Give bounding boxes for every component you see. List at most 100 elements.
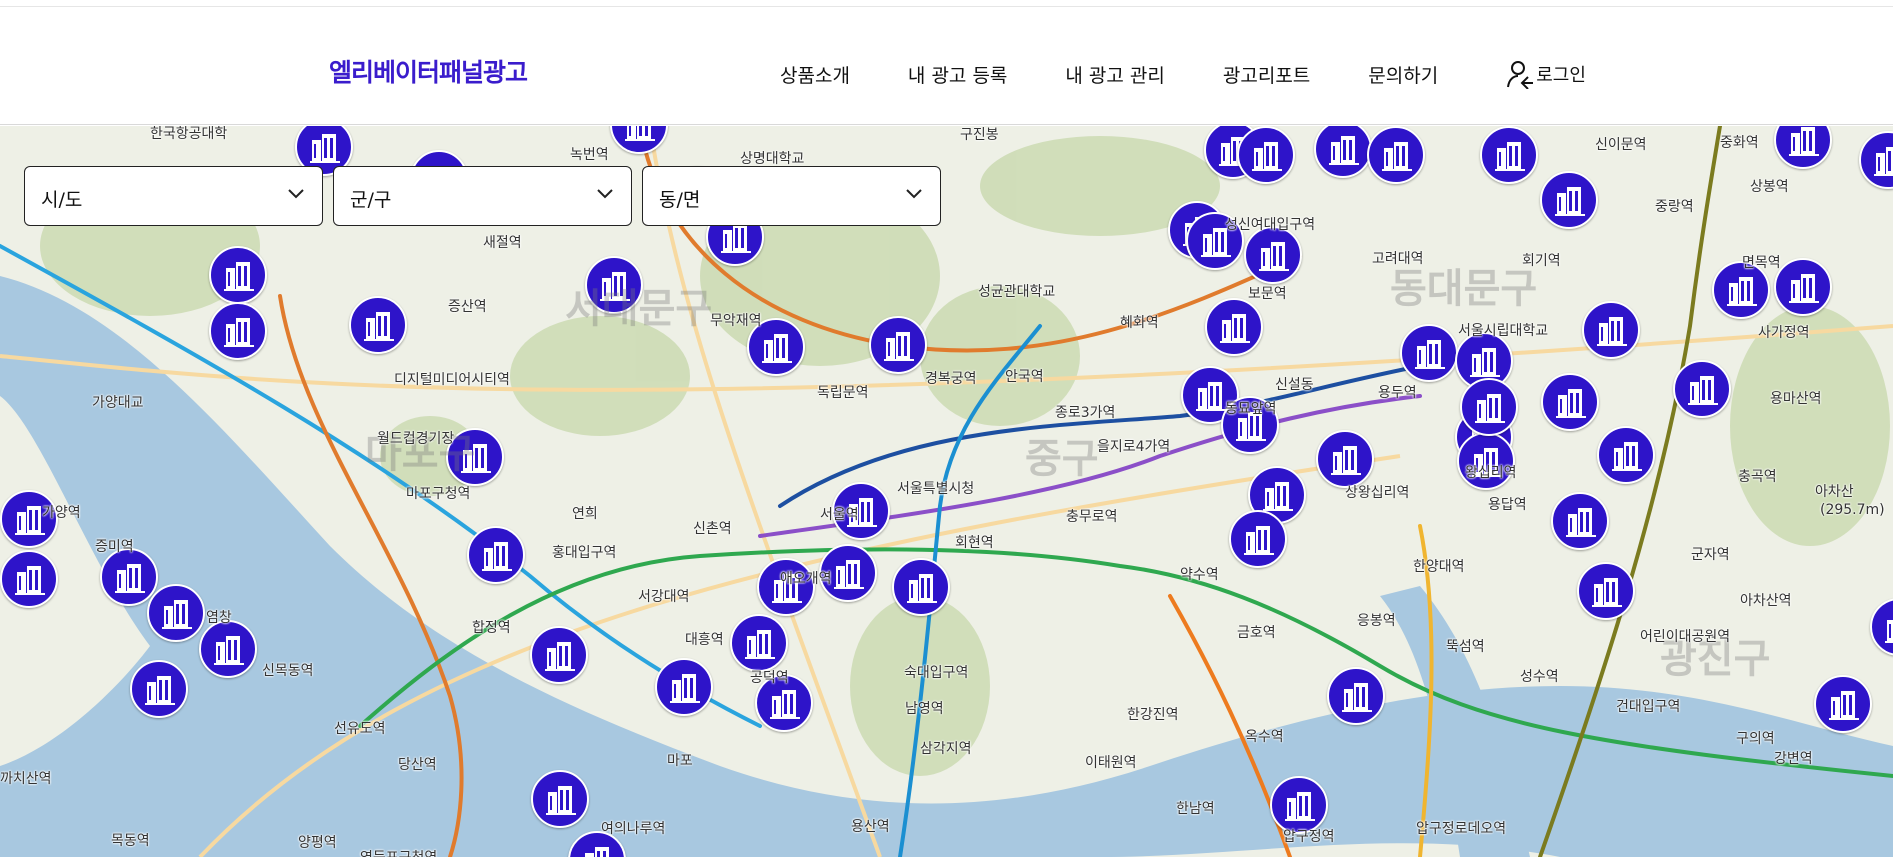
ad-location-pin[interactable] [209, 246, 267, 304]
login-button[interactable]: 로그인 [1506, 59, 1586, 89]
ad-location-pin[interactable] [0, 550, 58, 608]
district-label: 서대문구 [565, 286, 713, 332]
map-place-label: 신촌역 [693, 521, 732, 537]
building-icon [745, 630, 775, 659]
map-place-label: 옥수역 [1245, 729, 1284, 745]
building-icon [1382, 142, 1412, 171]
map-place-label: 안국역 [1005, 369, 1044, 385]
ad-location-pin[interactable] [130, 660, 188, 718]
building-icon [1566, 508, 1596, 537]
sido-select[interactable]: 시/도 [24, 166, 323, 226]
chevron-down-icon [288, 189, 304, 199]
map-place-label: 신설동 [1275, 377, 1314, 393]
map-place-label: 상왕십리역 [1345, 485, 1410, 501]
ad-location-pin[interactable] [655, 658, 713, 716]
map-place-label: 양평역 [298, 835, 337, 851]
map-place-label: 공덕역 [750, 670, 789, 686]
ad-location-pin[interactable] [467, 526, 525, 584]
chevron-down-icon [906, 189, 922, 199]
map-place-label: 서강대역 [638, 589, 690, 605]
building-icon [1556, 389, 1586, 418]
ad-location-pin[interactable] [1774, 258, 1832, 316]
building-icon [721, 224, 751, 253]
building-icon [1220, 314, 1250, 343]
nav-register-ad[interactable]: 내 광고 등록 [908, 61, 1007, 88]
nav-contact[interactable]: 문의하기 [1368, 61, 1438, 88]
ad-location-pin[interactable] [1237, 126, 1295, 184]
map-place-label: 디지털미디어시티역 [394, 372, 510, 388]
ad-location-pin[interactable] [199, 620, 257, 678]
map-place-label: 한강진역 [1127, 707, 1179, 723]
ad-location-pin[interactable] [209, 302, 267, 360]
ad-location-pin[interactable] [531, 770, 589, 828]
ad-location-pin[interactable] [1244, 226, 1302, 284]
map-place-label: 애오개역 [780, 571, 832, 587]
ad-location-pin[interactable] [1551, 492, 1609, 550]
map-place-label: 군자역 [1691, 547, 1730, 563]
ad-location-pin[interactable] [1673, 360, 1731, 418]
map-place-label: 을지로4가역 [1097, 439, 1171, 455]
ad-location-pin[interactable] [1541, 373, 1599, 431]
ad-location-pin[interactable] [100, 548, 158, 606]
ad-location-pin[interactable] [1400, 324, 1458, 382]
map-place-label: 증산역 [448, 299, 487, 315]
map-place-label: 용마산역 [1770, 391, 1822, 407]
site-logo[interactable]: 엘리베이터패널광고 [329, 53, 528, 89]
map-place-label: 당산역 [398, 757, 437, 773]
building-icon [15, 506, 45, 535]
ad-location-pin[interactable] [1460, 378, 1518, 436]
map-place-label: 종로3가역 [1055, 405, 1116, 421]
gugun-select[interactable]: 군/구 [333, 166, 632, 226]
gugun-select-label: 군/구 [350, 189, 392, 211]
ad-location-pin[interactable] [147, 584, 205, 642]
ad-location-pin[interactable] [730, 614, 788, 672]
dong-select[interactable]: 동/면 [642, 166, 941, 226]
map-place-label: 면목역 [1742, 255, 1781, 271]
ad-location-pin[interactable] [1597, 426, 1655, 484]
ad-location-pin[interactable] [1814, 675, 1872, 733]
building-icon [1475, 394, 1505, 423]
building-icon [907, 574, 937, 603]
map-place-label: 이태원역 [1085, 755, 1137, 771]
map-place-label: 혜화역 [1120, 315, 1159, 331]
ad-location-pin[interactable] [1205, 298, 1263, 356]
building-icon [145, 676, 175, 705]
map-place-label: 한양대역 [1413, 559, 1465, 575]
ad-location-pin[interactable] [1480, 126, 1538, 184]
ad-location-pin[interactable] [1367, 126, 1425, 184]
nav-ad-report[interactable]: 광고리포트 [1223, 61, 1310, 88]
map-place-label: 숙대입구역 [904, 665, 969, 681]
map-place-label: 가양대교 [92, 395, 144, 411]
ad-location-pin[interactable] [1229, 510, 1287, 568]
map-place-label: 압구정로데오역 [1416, 821, 1507, 837]
ad-location-pin[interactable] [349, 296, 407, 354]
map-place-label: 회현역 [955, 535, 994, 551]
map-place-label: 월드컵경기장 [377, 431, 455, 447]
map-place-label: 아차산 [1815, 484, 1854, 500]
nav-products[interactable]: 상품소개 [780, 61, 850, 88]
ad-location-pin[interactable] [869, 316, 927, 374]
map-place-label: 신목동역 [262, 663, 314, 679]
map-place-label: 동묘앞역 [1225, 401, 1277, 417]
ad-location-pin[interactable] [1582, 301, 1640, 359]
map-place-label: 대흥역 [685, 632, 724, 648]
ad-location-pin[interactable] [1316, 430, 1374, 488]
ad-location-pin[interactable] [1540, 171, 1598, 229]
building-icon [1470, 348, 1500, 377]
building-icon [1885, 620, 1893, 643]
building-icon [546, 786, 576, 815]
ad-location-pin[interactable] [1327, 667, 1385, 725]
ad-location-pin[interactable] [1577, 562, 1635, 620]
building-icon [1688, 376, 1718, 405]
building-icon [1612, 442, 1642, 471]
map-place-label: 한남역 [1176, 801, 1215, 817]
map-place-label: 강변역 [1774, 751, 1813, 767]
nav-manage-ads[interactable]: 내 광고 관리 [1065, 61, 1164, 88]
ad-location-pin[interactable] [892, 558, 950, 616]
building-icon [1244, 526, 1274, 555]
map-place-label: 충무로역 [1066, 509, 1118, 525]
map-canvas[interactable]: 서대문구 마포구 중구 광진구 동대문구 한국항공대학 녹번역 상명대학교 구진봉 신이… [0, 126, 1893, 857]
dong-select-label: 동/면 [659, 189, 701, 211]
map-place-label: 용두역 [1378, 385, 1417, 401]
ad-location-pin[interactable] [530, 626, 588, 684]
